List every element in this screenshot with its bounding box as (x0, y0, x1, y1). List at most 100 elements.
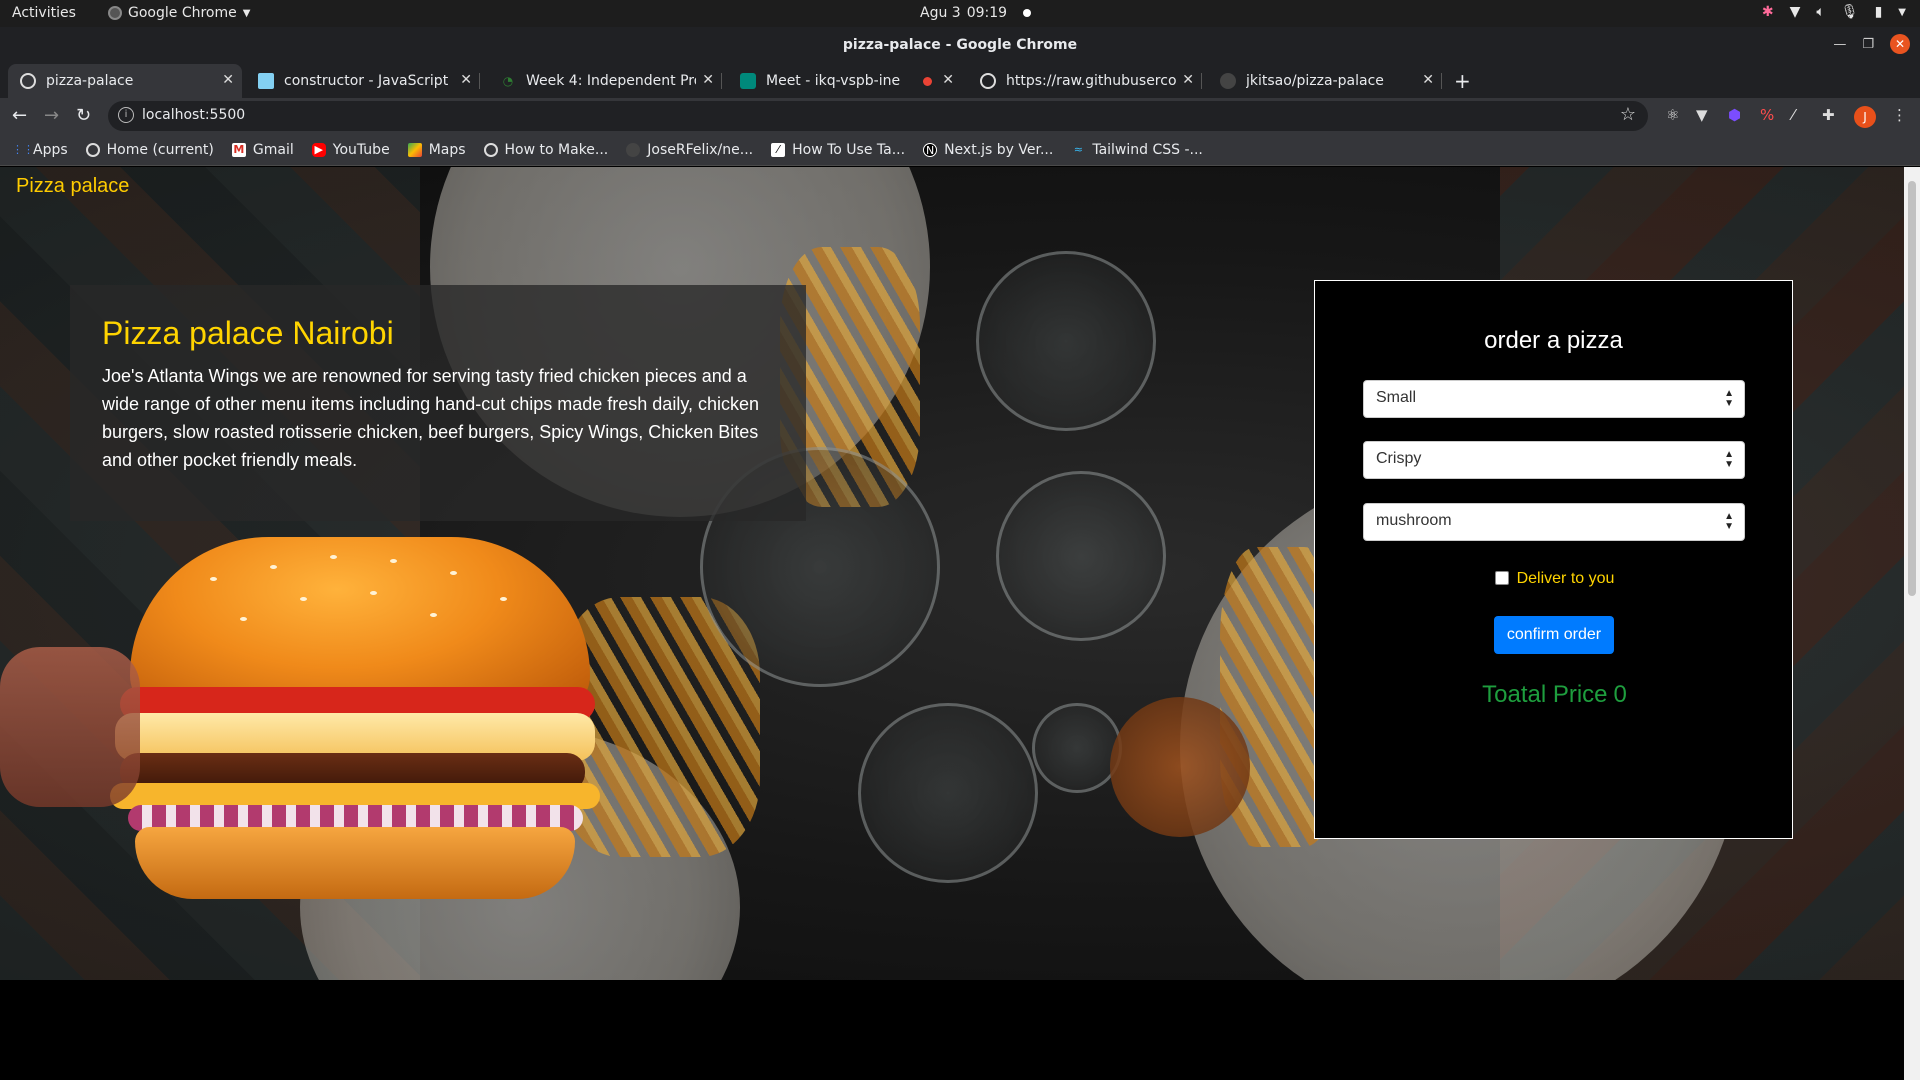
system-tray[interactable]: ✱ ▼ 🔈︎ 🎙︎ ▮ ▼ (1762, 4, 1906, 20)
gmail-icon: M (231, 142, 246, 157)
close-icon[interactable]: ✕ (1182, 72, 1194, 88)
github-icon (626, 142, 641, 157)
tab-github-repo[interactable]: jkitsao/pizza-palace ✕ (1208, 64, 1442, 98)
site-info-icon[interactable]: i (118, 107, 134, 123)
bookmark-label: Next.js by Ver... (944, 141, 1054, 158)
url-text[interactable]: localhost:5500 (142, 107, 245, 123)
address-bar[interactable]: i localhost:5500 ☆ (108, 101, 1648, 131)
clock-time: 09:19 (966, 5, 1008, 21)
tab-label: Week 4: Independent Proj (526, 73, 696, 89)
bookmark-gmail[interactable]: M Gmail (231, 141, 294, 158)
github-icon (1220, 73, 1236, 89)
clock[interactable]: Agu 3 09:19 (920, 5, 1032, 21)
bookmark-label: Maps (428, 141, 466, 158)
profile-avatar[interactable]: J (1854, 106, 1876, 128)
bookmark-how-to-use[interactable]: ⁄ How To Use Ta... (771, 142, 905, 158)
apps-grid-icon: ⋮⋮ (12, 142, 34, 156)
system-top-bar: Activities Google Chrome ▼ Agu 3 09:19 ✱… (0, 0, 1920, 27)
activities-button[interactable]: Activities (12, 5, 76, 21)
intro-text: Joe's Atlanta Wings we are renowned for … (102, 366, 760, 470)
confirm-order-button[interactable]: confirm order (1494, 616, 1614, 654)
chevron-down-icon: ▼ (1898, 6, 1906, 18)
close-window-button[interactable]: ✕ (1890, 34, 1910, 54)
extension-icon[interactable]: ⬢ (1728, 106, 1741, 124)
bookmark-icon: ⁄ (771, 142, 786, 157)
menu-kebab-icon[interactable]: ⋮ (1892, 106, 1907, 124)
globe-icon (20, 73, 36, 89)
size-select[interactable]: Small ▲ ▼ (1363, 380, 1745, 418)
bookmark-how-to-make[interactable]: How to Make... (483, 141, 609, 158)
glass-image (996, 471, 1166, 641)
bookmark-label: Gmail (252, 141, 294, 158)
wifi-icon: ▼ (1789, 4, 1801, 20)
bookmark-tailwind[interactable]: ≈ Tailwind CSS -... (1071, 142, 1203, 158)
tab-strip: pizza-palace ✕ constructor - JavaScript … (0, 64, 1920, 98)
pen-extension-icon[interactable]: ⁄ (1792, 106, 1795, 124)
meet-icon (740, 73, 756, 89)
tab-pizza-palace[interactable]: pizza-palace ✕ (8, 64, 242, 98)
bookmark-label: How to Make... (504, 141, 609, 158)
size-select-value: Small (1376, 389, 1417, 406)
crust-select[interactable]: Crispy ▲ ▼ (1363, 441, 1745, 479)
sesame-seed (300, 597, 307, 601)
bookmark-label: Tailwind CSS -... (1092, 141, 1203, 158)
crust-select-value: Crispy (1376, 450, 1422, 467)
deliver-checkbox[interactable] (1494, 571, 1509, 585)
minimize-button[interactable]: — (1833, 37, 1846, 52)
globe-icon (483, 142, 498, 157)
bookmark-home[interactable]: Home (current) (85, 142, 214, 158)
nextjs-icon: N (923, 142, 938, 157)
youtube-icon: ▶ (311, 142, 326, 157)
notification-dot-icon (1023, 9, 1032, 17)
site-brand-link[interactable]: Pizza palace (16, 175, 129, 198)
tab-label: Meet - ikq-vspb-ine (766, 73, 901, 89)
topping-select[interactable]: mushroom ▲ ▼ (1363, 503, 1745, 541)
tab-separator (721, 73, 722, 89)
bookmark-apps[interactable]: ⋮⋮ Apps (12, 142, 68, 158)
extensions-puzzle-icon[interactable]: ✚ (1822, 106, 1835, 124)
bookmark-label: Apps (33, 141, 68, 158)
close-icon[interactable]: ✕ (222, 72, 234, 88)
restore-button[interactable]: ❐ (1862, 37, 1874, 52)
react-devtools-icon[interactable]: ⚛ (1666, 106, 1679, 124)
tab-week4[interactable]: ◔ Week 4: Independent Proj ✕ (488, 64, 722, 98)
bookmark-nextjs[interactable]: N Next.js by Ver... (923, 142, 1053, 158)
scrollbar-thumb[interactable] (1908, 181, 1916, 596)
pepper-grinder-image (1110, 697, 1250, 837)
bookmark-maps[interactable]: Maps (407, 141, 466, 158)
tab-label: pizza-palace (46, 73, 134, 89)
total-price: Toatal Price 0 (1315, 681, 1794, 709)
battery-icon: ▮ (1874, 4, 1883, 20)
percent-extension-icon[interactable]: % (1760, 106, 1774, 124)
page-viewport: Pizza palace Pizza palace Nairobi Joe's … (0, 167, 1904, 1080)
close-icon[interactable]: ✕ (460, 72, 472, 88)
tab-raw-github[interactable]: https://raw.githubuserco ✕ (968, 64, 1202, 98)
reload-icon[interactable]: ↻ (76, 105, 91, 126)
back-arrow-icon[interactable]: ← (12, 105, 27, 126)
tab-separator (1201, 73, 1202, 89)
microphone-icon: 🎙︎ (1840, 4, 1859, 20)
chrome-icon (108, 6, 122, 20)
new-tab-button[interactable]: + (1454, 69, 1471, 93)
vue-devtools-icon[interactable]: ▼ (1696, 106, 1708, 124)
forward-arrow-icon[interactable]: → (44, 105, 59, 126)
tab-meet[interactable]: Meet - ikq-vspb-ine ✕ (728, 64, 962, 98)
sesame-seed (370, 591, 377, 595)
tab-separator (1441, 73, 1442, 89)
chevron-down-icon: ▼ (242, 7, 251, 19)
close-icon[interactable]: ✕ (1422, 72, 1434, 88)
sesame-seed (240, 617, 247, 621)
bookmark-star-icon[interactable]: ☆ (1620, 104, 1636, 125)
app-menu[interactable]: Google Chrome ▼ (108, 5, 250, 21)
close-icon[interactable]: ✕ (702, 72, 714, 88)
close-icon[interactable]: ✕ (942, 72, 954, 88)
bookmarks-bar: ⋮⋮ Apps Home (current) M Gmail ▶ YouTube Ma… (0, 134, 1920, 166)
window-controls: — ❐ ✕ (1833, 34, 1910, 54)
recording-dot-icon (923, 77, 932, 86)
deliver-label[interactable]: Deliver to you (1517, 570, 1615, 587)
page-scrollbar[interactable] (1904, 167, 1920, 1080)
tab-constructor-mdn[interactable]: constructor - JavaScript | ✕ (246, 64, 480, 98)
tailwind-icon: ≈ (1073, 142, 1083, 156)
bookmark-youtube[interactable]: ▶ YouTube (311, 142, 390, 158)
bookmark-joserfelix[interactable]: JoseRFelix/ne... (626, 142, 753, 158)
